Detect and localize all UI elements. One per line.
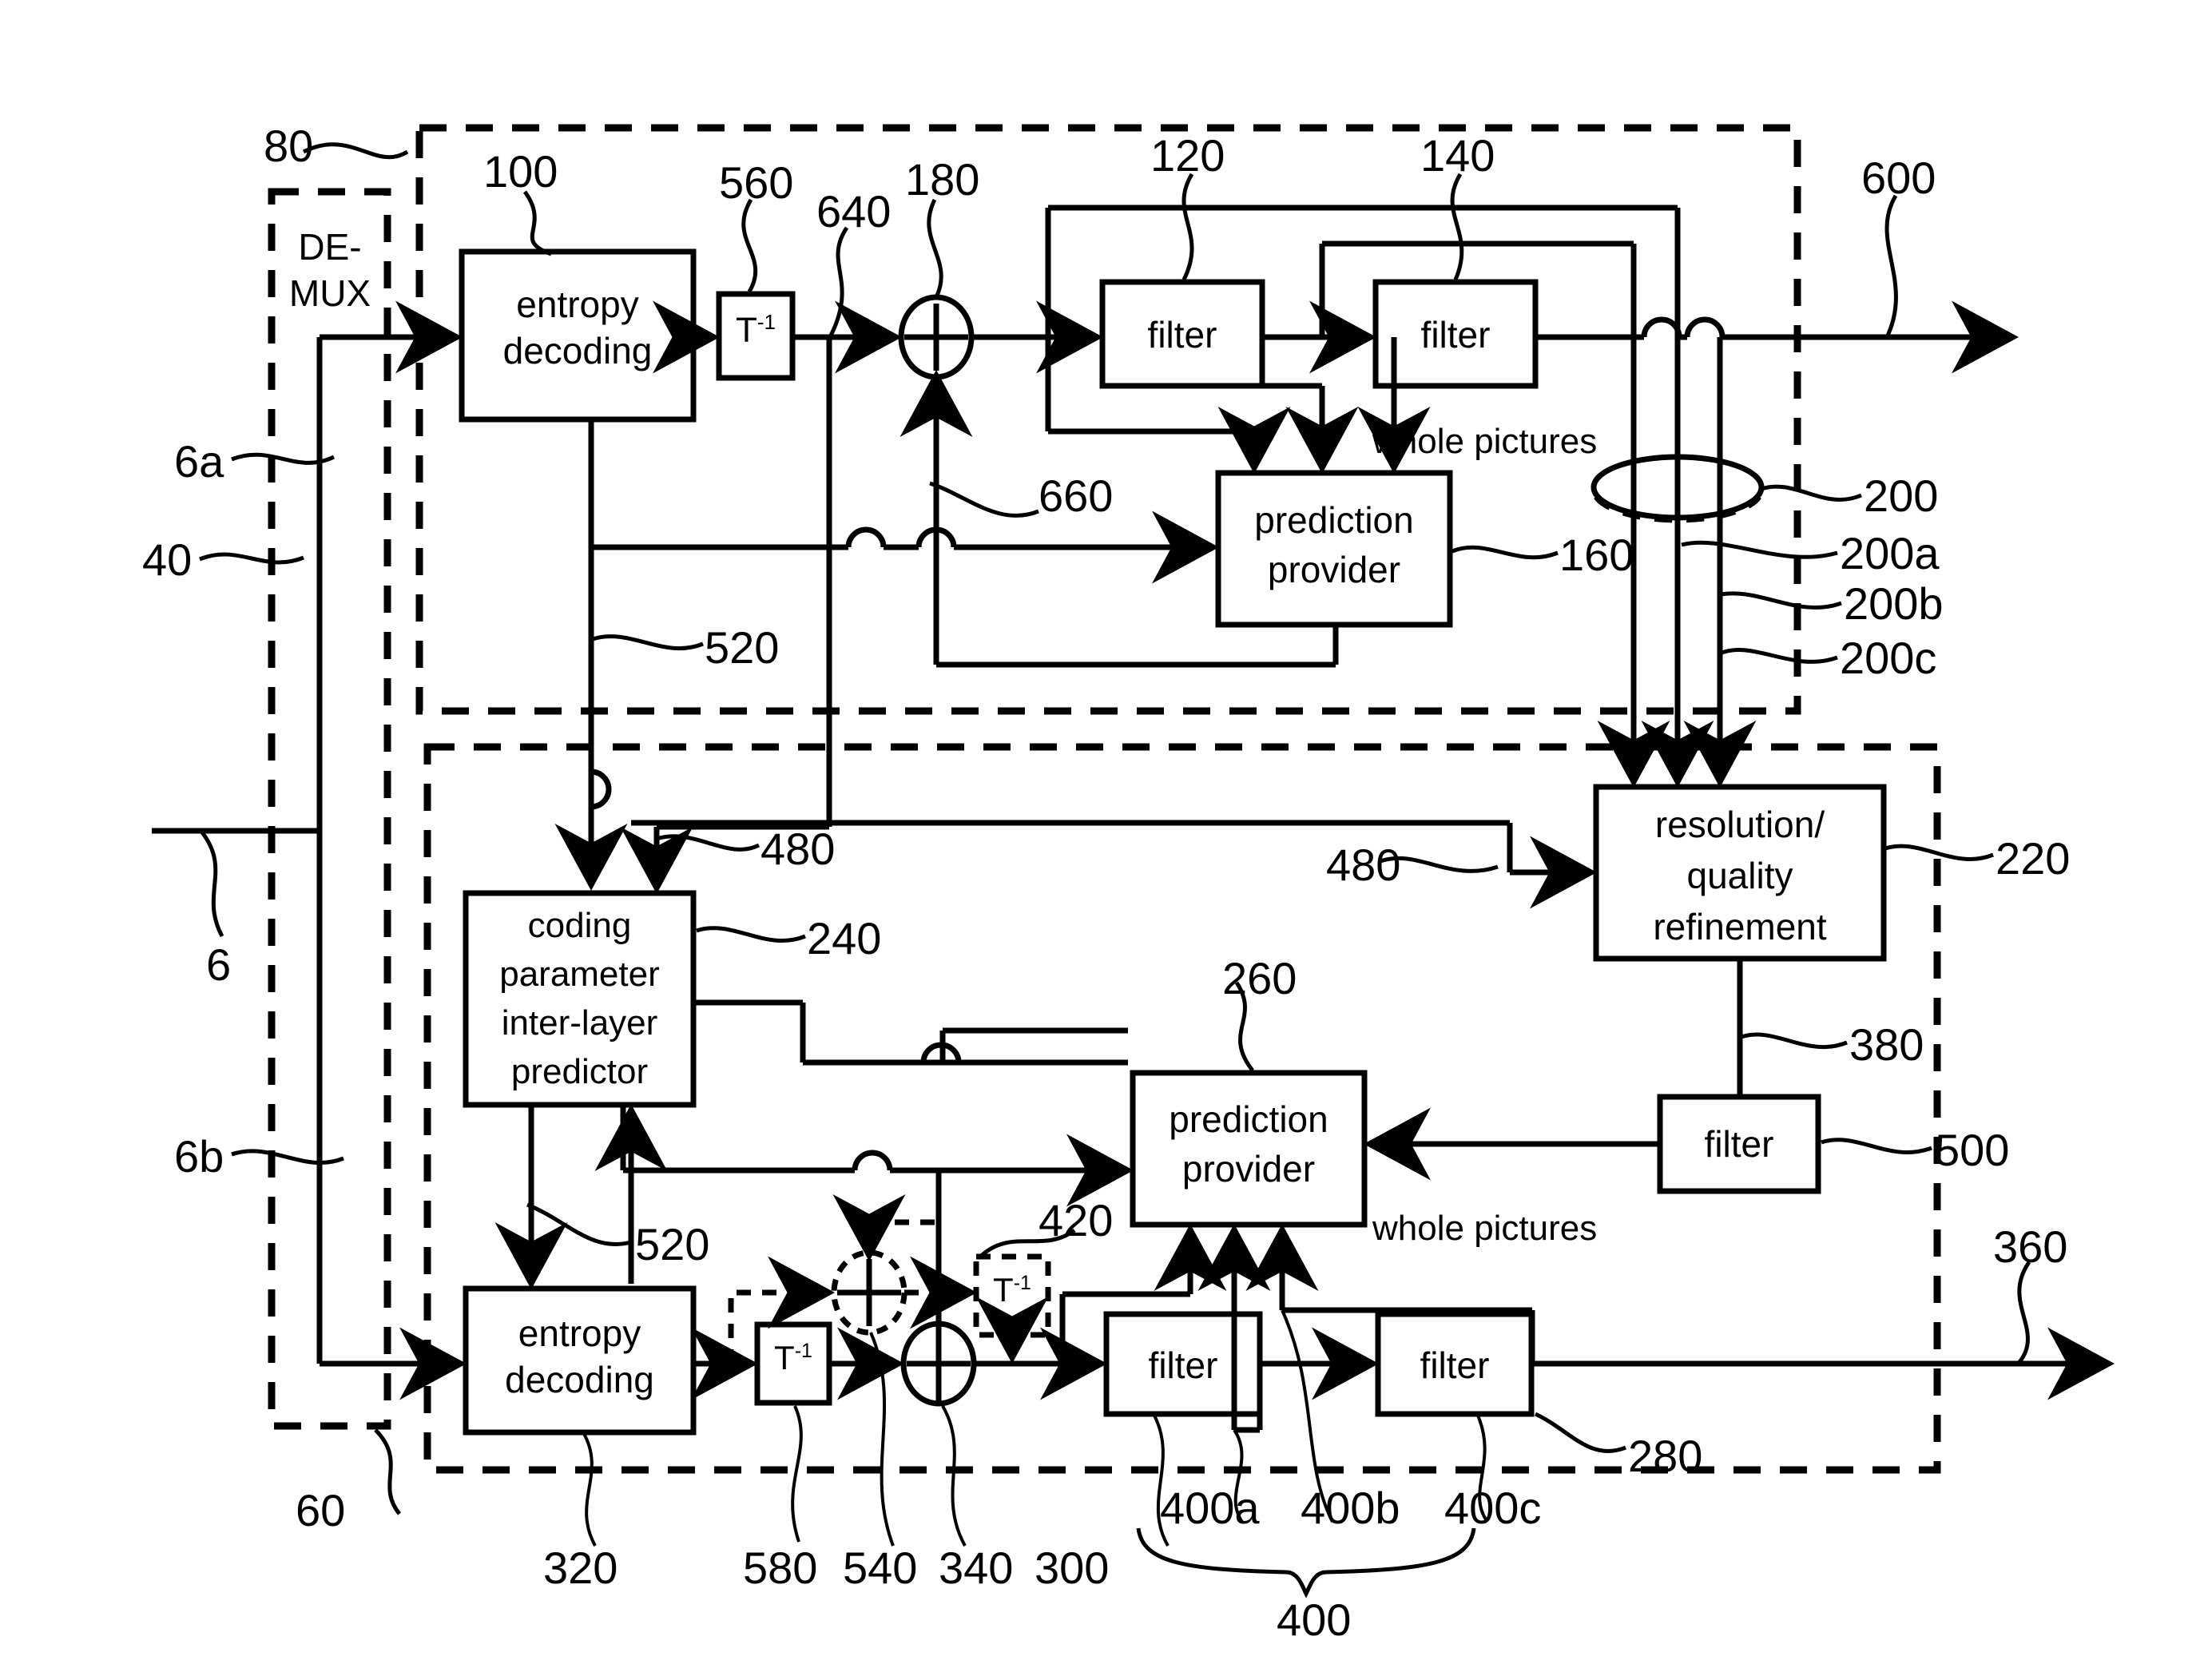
patent-figure-canvas: DE- MUX entropy decoding T-1 filter filt… [0,0,2212,1680]
filter-280-label: filter [1420,1344,1490,1386]
ref-520-top: 520 [705,622,780,673]
ref-40: 40 [142,534,193,585]
ref-260: 260 [1222,953,1297,1003]
ref-280: 280 [1628,1431,1703,1481]
filter-120-label: filter [1147,314,1217,355]
filter-300-label: filter [1148,1344,1218,1386]
ref-420: 420 [1038,1195,1114,1245]
ref-400: 400 [1277,1595,1352,1645]
ref-400c: 400c [1444,1483,1542,1533]
ref-560: 560 [719,157,794,208]
inv-transform-bottom-exponent: -1 [794,1340,812,1362]
ref-480-left: 480 [760,824,836,874]
ref-400a: 400a [1160,1483,1260,1533]
ref-100: 100 [483,146,558,197]
ref-80: 80 [264,121,314,171]
filter-500-label: filter [1704,1123,1774,1165]
entropy-decoding-bottom-label: entropy decoding [505,1313,654,1400]
entropy-decoding-top-label: entropy decoding [502,284,653,371]
whole-pictures-bottom-label: whole pictures [1372,1209,1598,1248]
ref-360: 360 [1993,1221,2068,1272]
ref-380: 380 [1849,1019,1924,1070]
ref-480-right: 480 [1326,840,1401,890]
ref-240: 240 [807,913,882,963]
ref-6a: 6a [174,436,224,487]
ref-200c: 200c [1840,633,1937,683]
ref-180: 180 [905,154,980,205]
ref-640: 640 [816,186,892,236]
inverse-transform-bottom-label: T-1 [774,1339,812,1376]
ref-520-bottom: 520 [635,1219,710,1269]
ref-320: 320 [543,1543,618,1593]
dashed-inverse-transform-label: T-1 [993,1271,1031,1309]
ref-600: 600 [1861,153,1936,203]
ref-160: 160 [1559,530,1634,580]
ref-6: 6 [206,939,232,990]
prediction-provider-bottom-label: prediction provider [1169,1098,1328,1190]
ref-220: 220 [1996,833,2071,884]
whole-pictures-top-label: whole pictures [1372,422,1598,461]
inverse-transform-top-label: T-1 [735,310,776,350]
ref-500: 500 [1935,1125,2010,1175]
filter-140-label: filter [1420,314,1491,355]
ref-340: 340 [939,1543,1014,1593]
ref-540: 540 [843,1543,918,1593]
ref-200a: 200a [1840,528,1940,578]
ref-140: 140 [1420,130,1495,181]
inv-transform-exponent: -1 [757,310,776,334]
resolution-quality-refinement-label: resolution/ quality refinement [1653,804,1827,947]
ref-6b: 6b [174,1131,224,1182]
dashed-inv-transform-exponent: -1 [1013,1272,1031,1294]
ref-400b: 400b [1301,1483,1400,1533]
ref-300: 300 [1035,1543,1110,1593]
coding-parameter-inter-layer-predictor-label: coding parameter inter-layer predictor [499,906,660,1091]
ref-60: 60 [296,1485,346,1535]
ref-580: 580 [743,1543,818,1593]
ref-200b: 200b [1844,578,1944,629]
ref-660: 660 [1038,471,1114,521]
ref-200: 200 [1864,471,1939,521]
demux-label: DE- MUX [288,226,371,314]
ref-120: 120 [1150,130,1225,181]
prediction-provider-top-label: prediction provider [1254,499,1414,590]
